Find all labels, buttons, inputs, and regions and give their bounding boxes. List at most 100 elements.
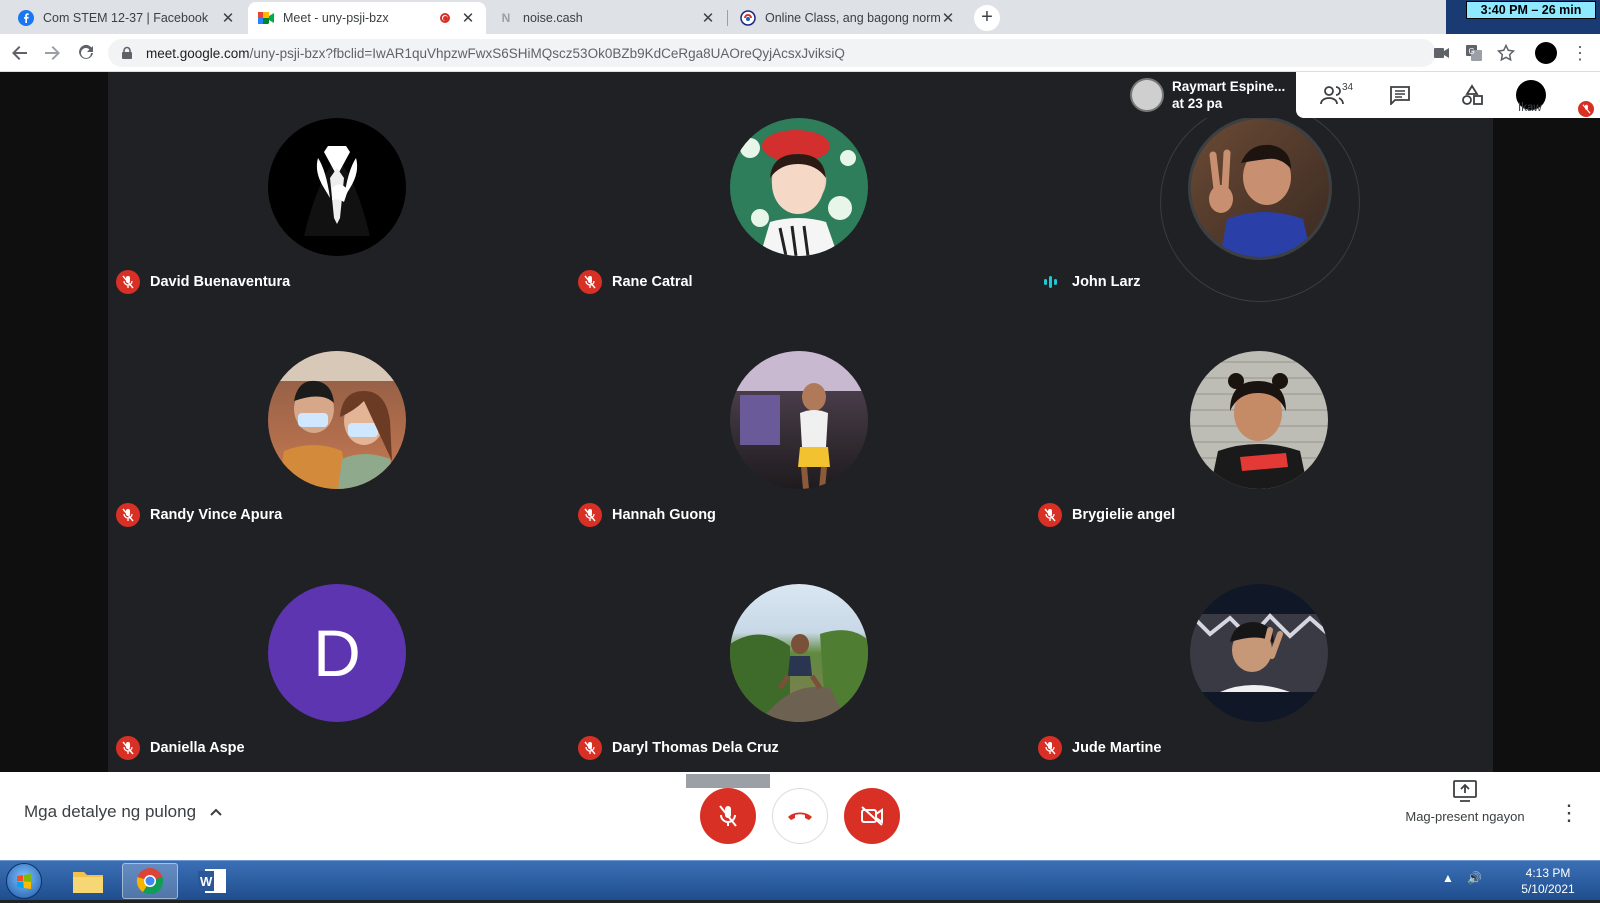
- mic-off-icon: [1038, 503, 1062, 527]
- reload-icon: [79, 44, 93, 59]
- participant-tile[interactable]: Jude Martine: [1030, 538, 1490, 771]
- mic-off-icon: [578, 270, 602, 294]
- svg-text:W: W: [200, 874, 213, 889]
- tab-title: Meet - uny-psji-bzx: [283, 11, 389, 25]
- camera-toggle-button[interactable]: [844, 788, 900, 844]
- mic-off-icon: [116, 736, 140, 760]
- meeting-details-button[interactable]: Mga detalye ng pulong: [24, 802, 224, 822]
- letter-avatar: D: [268, 584, 406, 722]
- windows-logo-icon: [17, 874, 31, 889]
- participant-nameplate: Daryl Thomas Dela Cruz: [578, 736, 779, 760]
- participant-tile[interactable]: Hannah Guong: [570, 305, 1030, 538]
- tab-title: noise.cash: [523, 11, 583, 25]
- file-explorer-icon[interactable]: [60, 863, 116, 899]
- system-clock[interactable]: 4:13 PM 5/10/2021: [1510, 865, 1586, 897]
- mic-off-icon: [719, 805, 737, 827]
- back-button[interactable]: [8, 41, 32, 65]
- mic-off-icon: [1578, 101, 1594, 117]
- chrome-icon[interactable]: [122, 863, 178, 899]
- participant-tile[interactable]: David Buenaventura: [108, 72, 568, 305]
- camera-in-use-icon[interactable]: [1430, 41, 1454, 65]
- participant-avatar: [730, 584, 868, 722]
- translate-icon[interactable]: G: [1462, 41, 1486, 65]
- word-icon[interactable]: W: [184, 863, 240, 899]
- activities-icon[interactable]: [1458, 82, 1486, 108]
- leave-call-button[interactable]: [772, 788, 828, 844]
- close-icon[interactable]: ✕: [460, 9, 476, 27]
- tab-noise-cash[interactable]: N noise.cash ✕: [488, 2, 726, 34]
- presenter-text: Raymart Espine... at 23 pa: [1172, 78, 1285, 112]
- timer-overlay: 3:40 PM – 26 min: [1446, 0, 1600, 34]
- participant-tile[interactable]: Rane Catral: [570, 72, 1030, 305]
- more-options-icon[interactable]: ⋮: [1558, 800, 1580, 830]
- tab-online-class[interactable]: Online Class, ang bagong normal ✕: [730, 2, 966, 34]
- browser-menu-icon[interactable]: ⋮: [1570, 41, 1590, 65]
- forward-arrow-icon: [45, 46, 60, 60]
- participant-tile[interactable]: Randy Vince Apura: [108, 305, 568, 538]
- people-count: 34: [1342, 82, 1354, 93]
- meet-bottom-bar: Mga detalye ng pulong Mag-present ngayon…: [0, 772, 1600, 860]
- speaking-indicator-icon: [1038, 270, 1062, 294]
- participant-avatar: [1188, 116, 1332, 260]
- reload-button[interactable]: [74, 41, 98, 65]
- participant-avatar: [268, 118, 406, 256]
- url-host: meet.google.com: [146, 45, 250, 61]
- presenter-subtext: at 23 pa: [1172, 96, 1223, 111]
- profile-avatar[interactable]: [1535, 42, 1557, 64]
- present-screen-icon: [1453, 780, 1477, 802]
- photo-placeholder: [1190, 612, 1328, 692]
- participant-name: Randy Vince Apura: [150, 507, 283, 523]
- participant-name: Rane Catral: [612, 274, 693, 290]
- system-tray: ▲ 🔊: [1442, 871, 1482, 885]
- tab-meet[interactable]: Meet - uny-psji-bzx ✕: [248, 2, 486, 34]
- windows-start-button[interactable]: [6, 863, 42, 899]
- participant-nameplate: Brygielie angel: [1038, 503, 1175, 527]
- participant-tile[interactable]: D Daniella Aspe: [108, 538, 568, 771]
- speaker-icon[interactable]: 🔊: [1467, 871, 1482, 885]
- tab-facebook[interactable]: Com STEM 12-37 | Facebook ✕: [8, 2, 246, 34]
- participant-nameplate: Jude Martine: [1038, 736, 1161, 760]
- photo-placeholder: [730, 630, 868, 722]
- presenter-chip[interactable]: Raymart Espine... at 23 pa: [1124, 72, 1296, 118]
- new-tab-button[interactable]: +: [974, 5, 1000, 31]
- presenter-avatar: [1130, 78, 1164, 112]
- chat-icon[interactable]: [1386, 82, 1414, 108]
- participant-tile[interactable]: Daryl Thomas Dela Cruz: [570, 538, 1030, 771]
- close-icon[interactable]: ✕: [220, 9, 236, 27]
- participant-avatar: [268, 351, 406, 489]
- mic-toggle-button[interactable]: [700, 788, 756, 844]
- present-now-button[interactable]: Mag-present ngayon: [1390, 780, 1540, 826]
- windows-taskbar: W ▲ 🔊 4:13 PM 5/10/2021: [0, 860, 1600, 900]
- mic-off-icon: [116, 503, 140, 527]
- recording-indicator-icon: [440, 13, 450, 23]
- clock-date: 5/10/2021: [1521, 882, 1575, 896]
- participant-name: Brygielie angel: [1072, 507, 1176, 523]
- clock-time: 4:13 PM: [1525, 866, 1571, 880]
- participant-grid: David Buenaventura Rane Catral John Larz…: [108, 72, 1493, 772]
- google-meet-icon: [258, 10, 274, 26]
- mic-off-icon: [578, 503, 602, 527]
- meet-stage: David Buenaventura Rane Catral John Larz…: [0, 72, 1600, 772]
- bookmark-star-icon[interactable]: [1494, 41, 1518, 65]
- participant-nameplate: David Buenaventura: [116, 270, 290, 294]
- chevron-up-icon: [210, 808, 222, 816]
- tray-expand-icon[interactable]: ▲: [1442, 871, 1454, 885]
- address-bar[interactable]: meet.google.com/uny-psji-bzx?fbclid=IwAR…: [108, 39, 1436, 67]
- lock-icon: [122, 46, 132, 59]
- participant-name: Hannah Guong: [612, 507, 716, 523]
- url-text: meet.google.com/uny-psji-bzx?fbclid=IwAR…: [146, 46, 845, 61]
- forward-button[interactable]: [40, 41, 64, 65]
- meet-top-controls: [1296, 72, 1600, 118]
- participant-tile[interactable]: Brygielie angel: [1030, 305, 1490, 538]
- photo-placeholder: [268, 351, 406, 489]
- mic-off-icon: [1038, 736, 1062, 760]
- participant-name: Daryl Thomas Dela Cruz: [612, 740, 779, 756]
- browser-tab-strip: Com STEM 12-37 | Facebook ✕ Meet - uny-p…: [0, 0, 1600, 34]
- photo-placeholder: [730, 351, 868, 489]
- tab-title: Com STEM 12-37 | Facebook: [43, 11, 209, 25]
- close-icon[interactable]: ✕: [700, 9, 716, 27]
- participant-avatar: [730, 118, 868, 256]
- close-icon[interactable]: ✕: [940, 9, 956, 27]
- svg-text:G: G: [1469, 47, 1475, 56]
- facebook-icon: [18, 10, 34, 26]
